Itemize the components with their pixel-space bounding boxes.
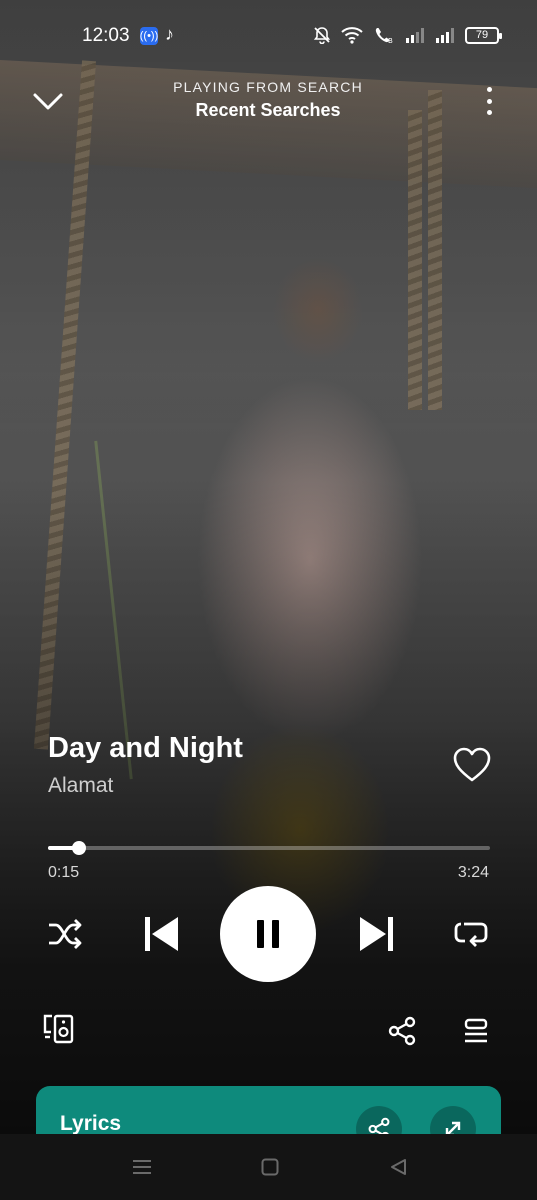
system-navigation-bar [0,1134,537,1200]
previous-button[interactable] [142,913,180,955]
collapse-button[interactable] [30,86,66,116]
background-scrim [0,0,537,1200]
more-vertical-icon [486,87,492,92]
track-title[interactable]: Day and Night [48,732,243,765]
previous-icon [145,917,178,951]
back-button[interactable] [384,1154,412,1180]
share-icon [388,1016,416,1046]
connect-devices-button[interactable] [42,1012,76,1046]
playback-progress-bar[interactable] [48,841,490,855]
tiktok-icon: ♪ [165,24,174,44]
shuffle-icon [49,919,82,949]
status-icons: B 79 [313,26,502,44]
mute-bell-icon [313,27,331,44]
heart-icon [453,747,491,782]
battery-icon: 79 [465,26,502,44]
recent-apps-button[interactable] [128,1154,156,1180]
home-button[interactable] [256,1154,284,1180]
next-button[interactable] [358,913,396,955]
signal-icon [436,28,454,43]
queue-icon [464,1018,488,1043]
svg-text:B: B [388,37,393,44]
track-artist[interactable]: Alamat [48,774,113,798]
status-bar: 12:03 ((•)) ♪ B 79 [0,0,537,72]
connect-devices-icon [43,1014,74,1044]
broadcast-app-icon: ((•)) [140,27,158,45]
battery-level: 79 [475,29,489,41]
pause-button[interactable] [220,886,316,982]
home-icon [261,1158,279,1176]
playing-from-label: PLAYING FROM SEARCH [173,79,363,95]
volte-call-icon: B [375,28,393,44]
progress-scrubber[interactable] [71,841,86,855]
more-options-button[interactable] [478,86,500,116]
share-button[interactable] [388,1016,416,1046]
back-icon [391,1159,406,1175]
queue-button[interactable] [463,1016,489,1046]
status-time: 12:03 [82,25,130,46]
next-icon [360,917,393,951]
like-button[interactable] [452,746,492,784]
repeat-button[interactable] [452,916,490,952]
lyrics-label: Lyrics [60,1112,122,1135]
signal-icon [406,28,424,43]
recent-apps-icon [133,1160,151,1174]
wifi-icon [341,27,363,44]
pause-icon [257,920,279,948]
chevron-down-icon [33,93,63,110]
playing-from-source[interactable]: Recent Searches [118,100,418,121]
total-time: 3:24 [457,864,489,881]
elapsed-time: 0:15 [48,864,80,881]
shuffle-button[interactable] [46,916,84,952]
repeat-icon [454,922,488,947]
